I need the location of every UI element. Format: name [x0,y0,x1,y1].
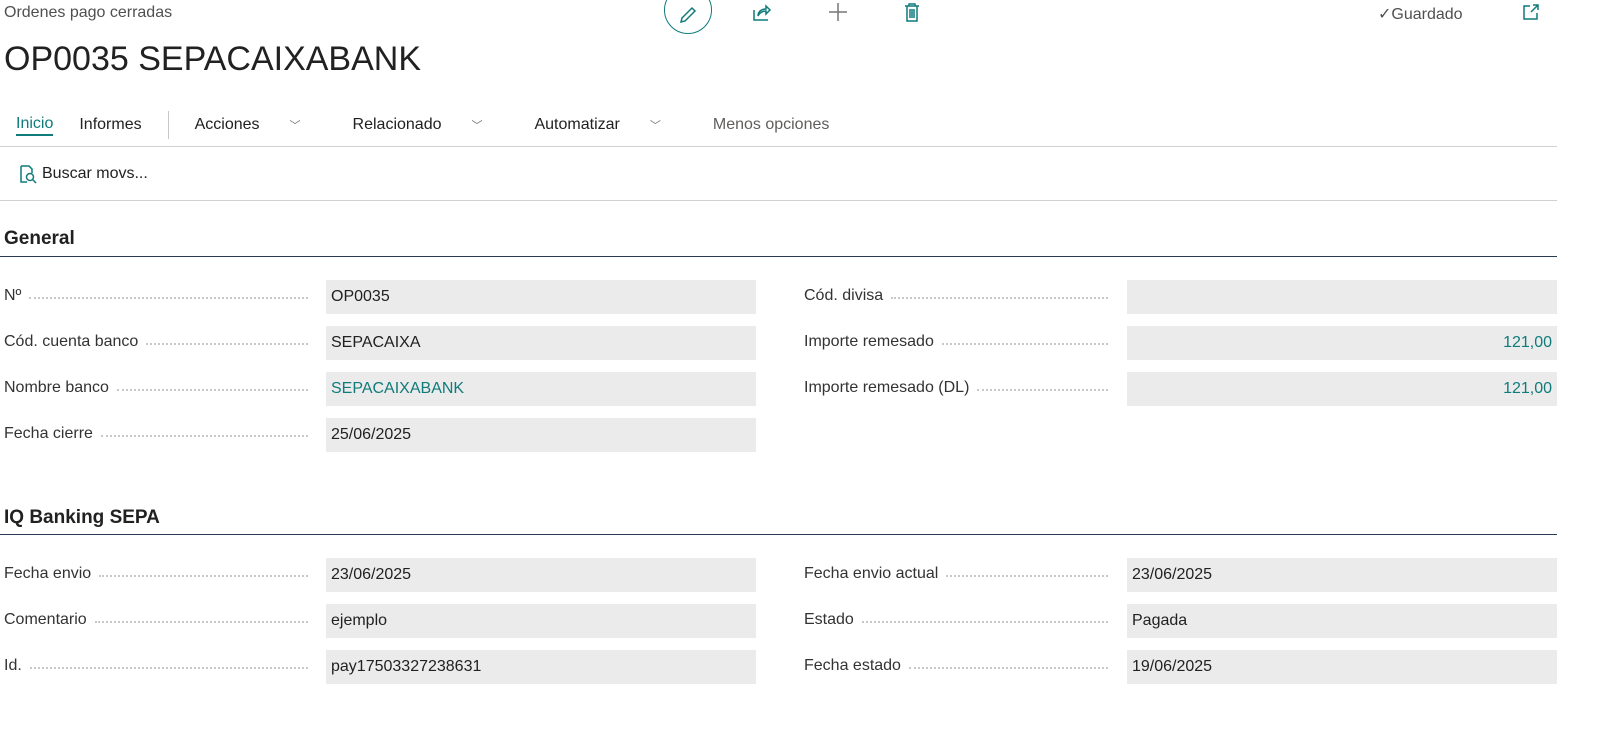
leader-dots [29,297,308,299]
field-label: Cód. divisa [804,287,1116,305]
section-divider [0,534,1557,535]
field-label: Id. [4,657,316,675]
chevron-down-icon: ﹀ [471,120,483,132]
page-title: OP0035 SEPACAIXABANK [4,40,422,78]
find-entries-icon [20,165,37,184]
leader-dots [977,389,1108,391]
leader-dots [116,389,308,391]
field-label: Fecha estado [804,657,1116,675]
divider [0,200,1557,201]
leader-dots [941,343,1108,345]
check-icon: ✓ [1378,6,1392,23]
field-value[interactable]: 23/06/2025 [326,558,756,592]
leader-dots [94,621,308,623]
pencil-icon [679,6,697,24]
field-value[interactable]: 121,00 [1127,326,1557,360]
new-button[interactable] [826,0,850,24]
field-value[interactable]: ejemplo [326,604,756,638]
field-label: Fecha cierre [4,425,316,443]
field-value[interactable]: 19/06/2025 [1127,650,1557,684]
field-value[interactable]: SEPACAIXABANK [326,372,756,406]
leader-dots [100,435,308,437]
field-value[interactable]: 23/06/2025 [1127,558,1557,592]
field-label: Nombre banco [4,379,316,397]
menu-relacionado[interactable]: Relacionado ﹀ [353,116,509,134]
plus-icon [829,3,847,21]
field-value[interactable]: pay17503327238631 [326,650,756,684]
leader-dots [891,297,1108,299]
section-divider [0,256,1557,257]
section-title[interactable]: IQ Banking SEPA [4,507,160,529]
field-value[interactable]: 25/06/2025 [326,418,756,452]
field-value[interactable]: SEPACAIXA [326,326,756,360]
field-label: Estado [804,611,1116,629]
share-button[interactable] [750,0,774,24]
chevron-down-icon: ﹀ [649,120,661,132]
divider [167,111,169,139]
field-label: Nº [4,287,316,305]
edit-button[interactable] [664,0,712,34]
field-value[interactable]: Pagada [1127,604,1557,638]
field-value[interactable]: 121,00 [1127,372,1557,406]
menu-acciones[interactable]: Acciones ﹀ [195,116,327,134]
field-label: Fecha envio [4,565,316,583]
share-icon [753,4,772,21]
open-new-window-button[interactable] [1520,0,1542,24]
tab-informes[interactable]: Informes [79,116,141,134]
section-title[interactable]: General [4,228,75,250]
chevron-down-icon: ﹀ [289,120,301,132]
leader-dots [99,575,308,577]
open-in-new-icon [1523,4,1539,20]
field-label: Cód. cuenta banco [4,333,316,351]
less-options-button[interactable]: Menos opciones [713,116,830,134]
action-bar: Inicio Informes Acciones ﹀ Relacionado ﹀ A… [16,111,855,139]
delete-button[interactable] [900,0,924,24]
leader-dots [861,621,1108,623]
breadcrumb[interactable]: Ordenes pago cerradas [4,4,172,22]
saved-status: ✓Guardado [1378,6,1463,23]
leader-dots [946,575,1108,577]
field-label: Comentario [4,611,316,629]
menu-automatizar[interactable]: Automatizar ﹀ [534,116,686,134]
field-label: Importe remesado (DL) [804,379,1116,397]
field-value[interactable]: OP0035 [326,280,756,314]
trash-icon [905,3,919,22]
leader-dots [146,343,308,345]
leader-dots [29,667,308,669]
field-label: Importe remesado [804,333,1116,351]
field-value[interactable] [1127,280,1557,314]
buscar-movs-button[interactable]: Buscar movs... [18,164,148,184]
divider [0,146,1557,147]
tab-inicio[interactable]: Inicio [16,115,54,136]
field-label: Fecha envio actual [804,565,1116,583]
leader-dots [908,667,1108,669]
